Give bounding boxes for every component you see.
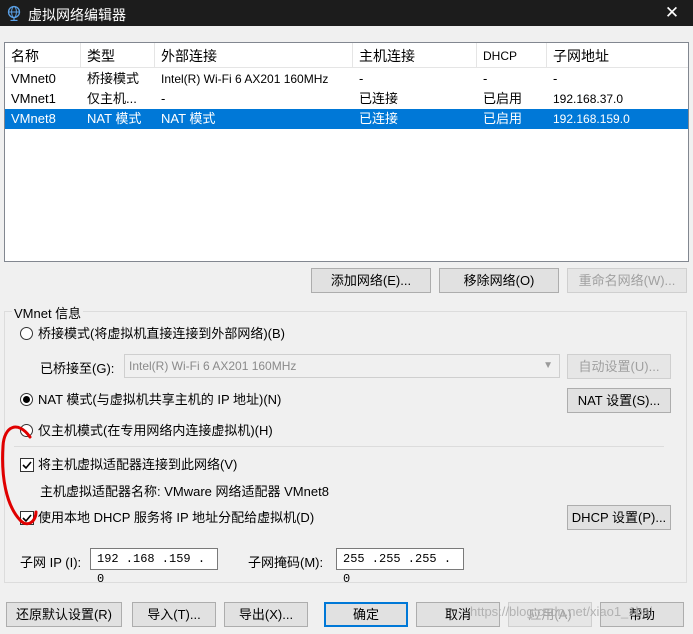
checkmark-icon	[22, 514, 32, 523]
chevron-down-icon: ▼	[543, 360, 553, 371]
column-header-name[interactable]: 名称	[5, 43, 81, 67]
dhcp-settings-button[interactable]: DHCP 设置(P)...	[567, 505, 671, 530]
cell-type: 仅主机...	[87, 91, 137, 106]
list-header: 名称 类型 外部连接 主机连接 DHCP 子网地址	[5, 43, 688, 68]
window-title: 虚拟网络编辑器	[28, 7, 126, 23]
nat-mode-radio[interactable]	[20, 393, 33, 406]
bridged-mode-radio[interactable]	[20, 327, 33, 340]
table-row[interactable]: VMnet0 桥接模式 Intel(R) Wi-Fi 6 AX201 160MH…	[5, 69, 688, 89]
host-only-mode-option[interactable]: 仅主机模式(在专用网络内连接虚拟机)(H)	[20, 421, 420, 441]
add-network-button[interactable]: 添加网络(E)...	[311, 268, 431, 293]
bridged-mode-option[interactable]: 桥接模式(将虚拟机直接连接到外部网络)(B)	[20, 324, 420, 344]
cell-host: -	[359, 71, 364, 86]
title-bar: 虚拟网络编辑器 ✕	[0, 0, 693, 26]
connect-adapter-label: 将主机虚拟适配器连接到此网络(V)	[38, 457, 238, 472]
nat-settings-button[interactable]: NAT 设置(S)...	[567, 388, 671, 413]
table-row[interactable]: VMnet1 仅主机... - 已连接 已启用 192.168.37.0	[5, 89, 688, 109]
column-header-host[interactable]: 主机连接	[353, 43, 477, 67]
cell-type: NAT 模式	[87, 111, 142, 126]
connect-adapter-checkbox[interactable]	[20, 458, 34, 472]
close-icon[interactable]: ✕	[657, 2, 687, 24]
bridged-to-value: Intel(R) Wi-Fi 6 AX201 160MHz	[129, 359, 297, 373]
cell-dhcp: -	[483, 71, 488, 86]
column-header-dhcp[interactable]: DHCP	[477, 43, 547, 67]
watermark: https://blog.csdn.net/xiao1_1bai	[470, 604, 653, 619]
rename-network-button[interactable]: 重命名网络(W)...	[567, 268, 687, 293]
auto-settings-button[interactable]: 自动设置(U)...	[567, 354, 671, 379]
cell-dhcp: 已启用	[483, 91, 523, 106]
dhcp-option[interactable]: 使用本地 DHCP 服务将 IP 地址分配给虚拟机(D)	[20, 508, 420, 528]
cell-subnet: 192.168.159.0	[553, 112, 630, 126]
dhcp-label: 使用本地 DHCP 服务将 IP 地址分配给虚拟机(D)	[38, 510, 315, 525]
import-button[interactable]: 导入(T)...	[132, 602, 216, 627]
cell-external: Intel(R) Wi-Fi 6 AX201 160MHz	[161, 72, 329, 86]
cell-subnet: -	[553, 71, 558, 86]
cell-external: -	[161, 91, 166, 106]
column-header-external[interactable]: 外部连接	[155, 43, 353, 67]
restore-defaults-button[interactable]: 还原默认设置(R)	[6, 602, 122, 627]
network-list[interactable]: 名称 类型 外部连接 主机连接 DHCP 子网地址 VMnet0 桥接模式 In…	[4, 42, 689, 262]
cell-external: NAT 模式	[161, 111, 216, 126]
cell-subnet: 192.168.37.0	[553, 92, 624, 106]
connect-adapter-option[interactable]: 将主机虚拟适配器连接到此网络(V)	[20, 455, 420, 475]
ok-button[interactable]: 确定	[324, 602, 408, 627]
export-button[interactable]: 导出(X)...	[224, 602, 308, 627]
cell-name: VMnet8	[11, 111, 56, 126]
column-header-type[interactable]: 类型	[81, 43, 155, 67]
column-header-subnet[interactable]: 子网地址	[547, 43, 688, 67]
remove-network-button[interactable]: 移除网络(O)	[439, 268, 559, 293]
table-row-selected[interactable]: VMnet8 NAT 模式 NAT 模式 已连接 已启用 192.168.159…	[5, 109, 688, 129]
host-only-mode-radio[interactable]	[20, 424, 33, 437]
cell-type: 桥接模式	[87, 71, 140, 86]
subnet-ip-field[interactable]: 192 .168 .159 . 0	[90, 548, 218, 586]
cell-name: VMnet0	[11, 71, 56, 86]
vmnet-info-group	[4, 311, 687, 583]
nat-mode-label: NAT 模式(与虚拟机共享主机的 IP 地址)(N)	[38, 392, 282, 407]
cell-name: VMnet1	[11, 91, 56, 106]
checkmark-icon	[22, 461, 32, 470]
bridged-to-select[interactable]: Intel(R) Wi-Fi 6 AX201 160MHz ▼	[124, 354, 560, 378]
dhcp-checkbox[interactable]	[20, 511, 34, 525]
network-globe-icon	[7, 5, 21, 21]
bridged-to-label: 已桥接至(G):	[40, 361, 115, 376]
nat-mode-option[interactable]: NAT 模式(与虚拟机共享主机的 IP 地址)(N)	[20, 390, 420, 410]
cell-dhcp: 已启用	[483, 111, 523, 126]
subnet-mask-field[interactable]: 255 .255 .255 . 0	[336, 548, 464, 586]
divider	[14, 446, 664, 447]
host-only-mode-label: 仅主机模式(在专用网络内连接虚拟机)(H)	[38, 423, 273, 438]
vmnet-info-title: VMnet 信息	[12, 303, 84, 322]
adapter-name-label: 主机虚拟适配器名称: VMware 网络适配器 VMnet8	[40, 484, 329, 499]
bridged-mode-label: 桥接模式(将虚拟机直接连接到外部网络)(B)	[38, 326, 285, 341]
cell-host: 已连接	[359, 111, 399, 126]
subnet-ip-label: 子网 IP (I):	[20, 555, 82, 570]
cell-host: 已连接	[359, 91, 399, 106]
subnet-mask-label: 子网掩码(M):	[248, 555, 324, 570]
